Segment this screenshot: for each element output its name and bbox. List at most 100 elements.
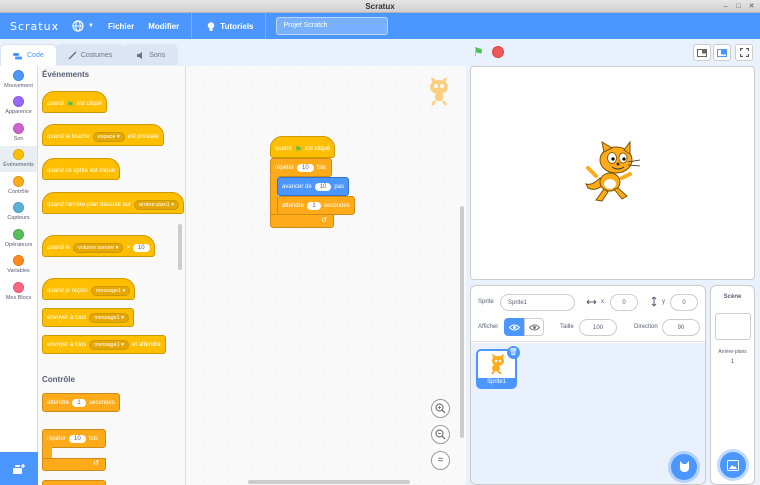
message-dropdown[interactable]: message1 ▾: [89, 339, 130, 350]
block-text: fois: [88, 435, 99, 442]
code-workspace[interactable]: quand ⚑ est cliqué répéter 10 fois avanc…: [186, 66, 466, 485]
category-my-blocks[interactable]: Mes Blocs: [0, 278, 37, 305]
message-dropdown[interactable]: message1 ▾: [89, 312, 130, 323]
script-move-block[interactable]: avancer de 10 pas: [277, 177, 350, 196]
tab-costumes[interactable]: Costumes: [54, 44, 126, 65]
block-when-backdrop-switches[interactable]: quand l'arrière-plan bascule sur arrière…: [42, 192, 185, 214]
delete-sprite-button[interactable]: 🗑: [507, 346, 520, 359]
block-when-flag-clicked[interactable]: quand ⚑ est cliqué: [42, 91, 108, 113]
block-when-i-receive[interactable]: quand je reçois message1 ▾: [42, 278, 136, 300]
category-looks[interactable]: Apparence: [0, 93, 37, 120]
category-events[interactable]: Événements: [0, 145, 37, 172]
stage-canvas[interactable]: [470, 66, 755, 280]
close-icon[interactable]: ✕: [747, 2, 756, 11]
sprite-name-label: Sprite: [478, 299, 494, 305]
move-steps-input[interactable]: 10: [314, 182, 332, 191]
workspace-vertical-scrollbar[interactable]: [460, 206, 464, 438]
block-text: quand: [275, 146, 292, 152]
stage-backdrop-thumbnail[interactable]: [715, 313, 751, 340]
block-text: quand ce sprite est cliqué: [47, 168, 116, 174]
small-stage-button[interactable]: [693, 44, 711, 61]
zoom-reset-button[interactable]: =: [431, 451, 450, 470]
block-wait[interactable]: attendre 1 secondes: [42, 393, 120, 412]
file-menu[interactable]: Fichier: [108, 22, 134, 31]
block-broadcast-and-wait[interactable]: envoyer à tous message1 ▾ et attendre: [42, 335, 166, 354]
choose-sprite-button[interactable]: [671, 454, 697, 480]
key-dropdown[interactable]: espace ▾: [92, 132, 125, 142]
category-operators[interactable]: Opérateurs: [0, 225, 37, 252]
sensor-dropdown[interactable]: volume sonore ▾: [73, 243, 124, 253]
block-broadcast[interactable]: envoyer à tous message1 ▾: [42, 308, 135, 327]
scratux-logo[interactable]: Scratux: [10, 20, 58, 33]
tab-code[interactable]: Code: [0, 44, 57, 66]
minimize-icon[interactable]: –: [721, 2, 730, 11]
project-title-input[interactable]: Projet Scratch: [276, 17, 389, 35]
green-flag-button[interactable]: ⚑: [473, 45, 484, 59]
size-input[interactable]: 100: [579, 319, 617, 336]
sprite-name-input[interactable]: Sprite1: [500, 294, 575, 311]
size-label: Taille: [560, 324, 574, 330]
x-position-input[interactable]: 0: [610, 294, 638, 311]
block-text: envoyer à tous: [47, 341, 87, 348]
fullscreen-button[interactable]: [735, 44, 753, 61]
direction-label: Direction: [634, 324, 658, 330]
add-extension-button[interactable]: [0, 452, 38, 485]
category-motion[interactable]: Mouvement: [0, 66, 37, 93]
category-label: Apparence: [5, 109, 32, 116]
script-repeat-block[interactable]: répéter 10 fois: [270, 158, 332, 177]
eye-closed-icon: [528, 324, 540, 330]
category-control[interactable]: Contrôle: [0, 172, 37, 199]
block-text: quand l'arrière-plan bascule sur: [47, 202, 131, 208]
choose-backdrop-button[interactable]: [720, 452, 746, 478]
fullscreen-icon: [739, 48, 749, 57]
repeat-block-foot: ↺: [270, 214, 334, 228]
message-dropdown[interactable]: message1 ▾: [90, 286, 131, 296]
workspace-horizontal-scrollbar[interactable]: [248, 480, 410, 484]
normal-stage-button[interactable]: [713, 44, 731, 61]
backdrop-dropdown[interactable]: arrière plan1 ▾: [133, 200, 180, 210]
script-wait-block[interactable]: attendre 1 secondes: [277, 196, 355, 215]
wait-seconds-input[interactable]: 1: [72, 398, 87, 407]
edit-menu[interactable]: Modifier: [148, 22, 179, 31]
block-when-key-pressed[interactable]: quand la touche espace ▾ est pressée: [42, 124, 164, 146]
category-sound[interactable]: Son: [0, 119, 37, 146]
show-sprite-button[interactable]: [504, 318, 524, 336]
palette-scrollbar[interactable]: [178, 224, 182, 270]
wait-seconds-input[interactable]: 1: [307, 201, 322, 210]
category-sensing[interactable]: Capteurs: [0, 199, 37, 226]
tab-sounds[interactable]: Sons: [123, 44, 179, 65]
block-text: est cliqué: [304, 146, 331, 152]
message-dropdown-value: message1: [95, 288, 122, 294]
repeat-count-input[interactable]: 10: [69, 434, 86, 443]
block-text: attendre: [282, 202, 305, 209]
block-when-greater-than[interactable]: quand le volume sonore ▾ > 10: [42, 235, 155, 257]
stop-button[interactable]: [492, 46, 504, 58]
maximize-icon[interactable]: □: [734, 2, 743, 11]
block-repeat[interactable]: répéter 10 fois: [42, 429, 106, 448]
chevron-down-icon: ▼: [88, 23, 94, 29]
script-hat-when-flag-clicked[interactable]: quand ⚑ est cliqué: [270, 136, 336, 158]
block-text: et attendre: [132, 341, 161, 348]
zoom-out-button[interactable]: [431, 425, 450, 444]
backdrops-count: 1: [730, 359, 735, 365]
backdrops-label: Arrière-plans: [718, 349, 747, 355]
green-flag-icon: ⚑: [66, 99, 74, 109]
language-menu[interactable]: ▼: [72, 20, 94, 32]
block-text: quand je reçois: [47, 288, 88, 294]
vertical-arrows-icon: [651, 296, 657, 307]
category-dot-icon: [13, 149, 24, 161]
tutorials-menu[interactable]: Tutoriels: [206, 21, 253, 32]
sprite-thumbnail[interactable]: Sprite1 🗑: [476, 346, 520, 389]
sensor-dropdown-value: volume sonore: [78, 245, 115, 251]
y-position-input[interactable]: 0: [670, 294, 698, 311]
repeat-count-input[interactable]: 10: [297, 163, 314, 172]
hide-sprite-button[interactable]: [524, 318, 544, 336]
direction-input[interactable]: 90: [662, 319, 700, 336]
category-label: Variables: [7, 268, 30, 275]
stage-selector[interactable]: Scène Arrière-plans 1: [710, 285, 755, 485]
block-when-sprite-clicked[interactable]: quand ce sprite est cliqué: [42, 158, 121, 180]
threshold-input[interactable]: 10: [132, 244, 150, 252]
category-variables[interactable]: Variables: [0, 252, 37, 279]
menu-bar: Scratux ▼ Fichier Modifier Tutoriels Pro…: [0, 13, 760, 39]
zoom-in-button[interactable]: [431, 399, 450, 418]
